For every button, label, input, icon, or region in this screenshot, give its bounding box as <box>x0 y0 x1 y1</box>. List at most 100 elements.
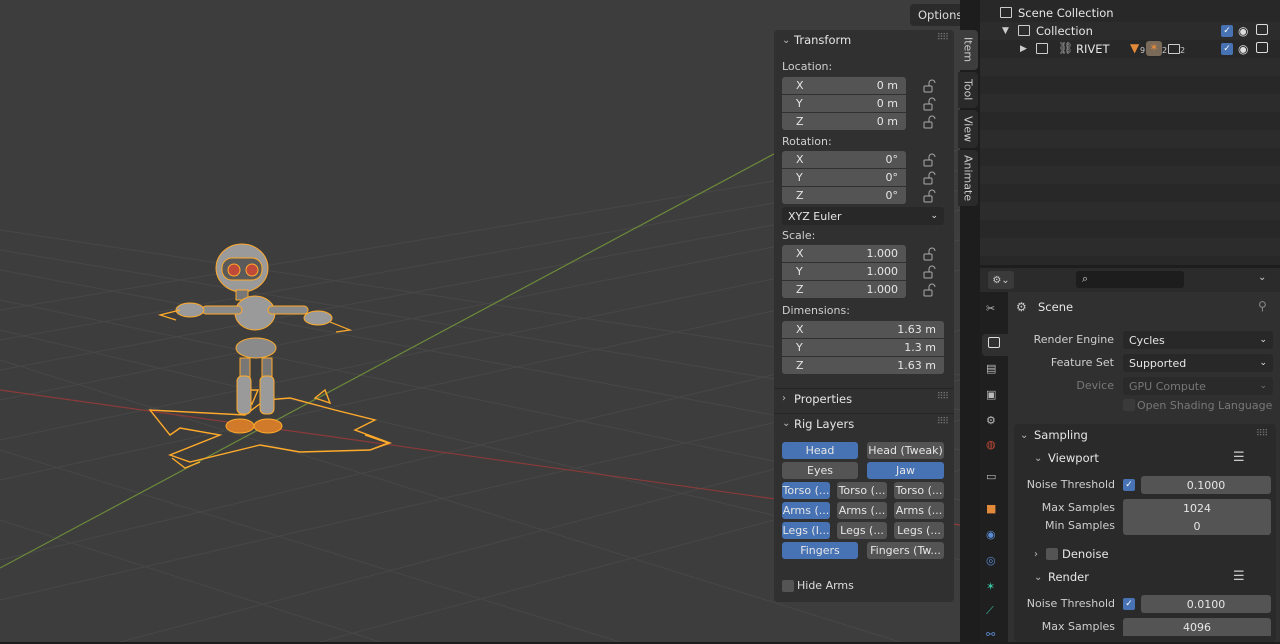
tab-view[interactable]: View <box>958 110 978 148</box>
vp-noise-threshold-checkbox[interactable]: ✓ <box>1123 479 1135 491</box>
options-dropdown[interactable]: Options ⌄ <box>910 4 960 26</box>
eye-icon[interactable]: ◉ <box>1238 24 1248 38</box>
grip-icon[interactable]: ⠿⠿ <box>937 392 949 402</box>
hide-arms-label: Hide Arms <box>797 579 854 592</box>
3d-viewport[interactable]: Options ⌄ ⌄ Transform ⠿⠿ Location: X0 m … <box>0 0 960 642</box>
lock-icon[interactable] <box>922 171 936 185</box>
lock-icon[interactable] <box>922 247 936 261</box>
dimensions-y-field[interactable]: Y 1.3 m <box>782 339 944 356</box>
rotation-z-field[interactable]: Z 0° <box>782 187 906 204</box>
physics-icon[interactable]: ◎ <box>986 554 1002 570</box>
axis-label: X <box>796 79 804 92</box>
rig-layer-head-button[interactable]: Head <box>782 442 858 459</box>
lock-icon[interactable] <box>922 153 936 167</box>
denoise-checkbox[interactable] <box>1046 548 1058 560</box>
rig-layer-fingers-button[interactable]: Fingers <box>782 542 858 559</box>
outliner-row-rivet[interactable]: ▶ ⛓ RIVET ▼ 9 ✶ 2 2 ✓ ◉ <box>980 40 1280 58</box>
bone-icon[interactable]: ⟋ <box>986 604 1002 620</box>
rig-layers-header[interactable]: ⌄ Rig Layers ⠿⠿ <box>774 413 954 433</box>
r-noise-threshold-checkbox[interactable]: ✓ <box>1123 598 1135 610</box>
denoise-subheader[interactable]: › Denoise <box>1034 544 1109 564</box>
location-z-field[interactable]: Z 0 m <box>782 113 906 130</box>
rig-layer-legs-button[interactable]: Legs (I... <box>782 522 830 539</box>
tab-tool[interactable]: Tool <box>958 72 978 108</box>
rig-layer-eyes-button[interactable]: Eyes <box>782 462 858 479</box>
scale-y-field[interactable]: Y 1.000 <box>782 263 906 280</box>
disclosure-down-icon[interactable]: ▼ <box>1002 26 1009 36</box>
hide-arms-checkbox[interactable] <box>782 580 794 592</box>
exclude-checkbox[interactable]: ✓ <box>1221 43 1233 55</box>
eye-icon[interactable]: ◉ <box>1238 42 1248 56</box>
view-layer-icon[interactable]: ▣ <box>986 388 1002 404</box>
rig-layer-legs-button[interactable]: Legs (... <box>837 522 887 539</box>
tool-icon[interactable]: ✂ <box>986 302 1002 318</box>
r-max-samples-field[interactable]: 4096 <box>1123 618 1271 636</box>
vp-max-samples-field[interactable]: 1024 <box>1123 499 1271 517</box>
editor-type-dropdown[interactable]: ⚙⌄ <box>988 271 1014 289</box>
lock-icon[interactable] <box>922 97 936 111</box>
transform-header[interactable]: ⌄ Transform ⠿⠿ <box>774 30 954 50</box>
rig-layer-arms-button[interactable]: Arms (... <box>837 502 887 519</box>
rivet-label: RIVET <box>1076 42 1110 56</box>
vp-noise-threshold-field[interactable]: 0.1000 <box>1141 476 1271 494</box>
lock-icon[interactable] <box>922 265 936 279</box>
outliner-row-collection[interactable]: ▼ Collection ✓ ◉ <box>980 22 1280 40</box>
rig-layer-fingers-tweak-button[interactable]: Fingers (Tw... <box>867 542 944 559</box>
location-x-field[interactable]: X 0 m <box>782 77 906 94</box>
lock-icon[interactable] <box>922 115 936 129</box>
device-dropdown[interactable]: GPU Compute ⌄ <box>1123 377 1273 395</box>
rig-layer-legs-button[interactable]: Legs (... <box>894 522 944 539</box>
rig-layer-jaw-button[interactable]: Jaw <box>867 462 944 479</box>
modifier-icon[interactable]: ◉ <box>986 528 1002 544</box>
viewport-subheader[interactable]: ⌄ Viewport <box>1034 448 1099 468</box>
rotation-y-field[interactable]: Y 0° <box>782 169 906 186</box>
armature-data-icon[interactable]: ✶ <box>986 580 1002 596</box>
robot-character[interactable] <box>140 240 400 470</box>
location-y-field[interactable]: Y 0 m <box>782 95 906 112</box>
tab-item[interactable]: Item <box>958 30 978 70</box>
dimensions-x-field[interactable]: X 1.63 m <box>782 321 944 338</box>
lock-icon[interactable] <box>922 189 936 203</box>
camera-icon[interactable] <box>1256 24 1268 35</box>
list-icon[interactable]: ☰ <box>1233 450 1245 465</box>
outliner-row-scene-collection[interactable]: Scene Collection <box>980 4 1280 22</box>
grip-icon[interactable]: ⠿⠿ <box>937 417 949 427</box>
output-icon[interactable]: ▤ <box>986 362 1002 378</box>
r-noise-threshold-field[interactable]: 0.0100 <box>1141 595 1271 613</box>
properties-header[interactable]: › Properties ⠿⠿ <box>774 388 954 408</box>
dimensions-z-field[interactable]: Z 1.63 m <box>782 357 944 374</box>
rig-layer-torso-button[interactable]: Torso (... <box>782 482 830 499</box>
render-engine-dropdown[interactable]: Cycles ⌄ <box>1123 331 1273 349</box>
collection-icon[interactable]: ▭ <box>986 470 1002 486</box>
object-icon[interactable]: ■ <box>986 502 1002 518</box>
render-subheader[interactable]: ⌄ Render <box>1034 567 1089 587</box>
scale-x-field[interactable]: X 1.000 <box>782 245 906 262</box>
world-icon[interactable]: ◍ <box>986 438 1002 454</box>
rig-layer-head-tweak-button[interactable]: Head (Tweak) <box>867 442 944 459</box>
grip-icon[interactable]: ⠿⠿ <box>937 33 949 43</box>
lock-icon[interactable] <box>922 283 936 297</box>
scale-z-field[interactable]: Z 1.000 <box>782 281 906 298</box>
osl-checkbox[interactable] <box>1123 399 1135 411</box>
rotation-x-field[interactable]: X 0° <box>782 151 906 168</box>
chevron-down-icon[interactable]: ⌄ <box>1258 272 1266 283</box>
rig-layer-torso-button[interactable]: Torso (... <box>894 482 944 499</box>
camera-icon[interactable] <box>1256 42 1268 53</box>
rig-layer-torso-button[interactable]: Torso (... <box>837 482 887 499</box>
grip-icon[interactable]: ⠿⠿ <box>1256 429 1268 439</box>
scene-icon[interactable]: ⚙ <box>986 414 1002 430</box>
lock-icon[interactable] <box>922 79 936 93</box>
exclude-checkbox[interactable]: ✓ <box>1221 25 1233 37</box>
rig-layer-arms-button[interactable]: Arms (... <box>782 502 830 519</box>
list-icon[interactable]: ☰ <box>1233 569 1245 584</box>
pin-icon[interactable]: ⚲ <box>1258 299 1267 313</box>
feature-set-dropdown[interactable]: Supported ⌄ <box>1123 354 1273 372</box>
disclosure-right-icon[interactable]: ▶ <box>1020 44 1027 54</box>
search-input[interactable]: ⌕ <box>1076 271 1184 288</box>
rotation-mode-dropdown[interactable]: XYZ Euler ⌄ <box>782 207 944 225</box>
rig-layer-arms-button[interactable]: Arms (... <box>894 502 944 519</box>
render-icon[interactable] <box>982 334 1008 356</box>
vp-min-samples-field[interactable]: 0 <box>1123 517 1271 535</box>
tab-animate[interactable]: Animate <box>958 150 978 206</box>
sampling-header[interactable]: ⌄ Sampling <box>1020 425 1088 445</box>
